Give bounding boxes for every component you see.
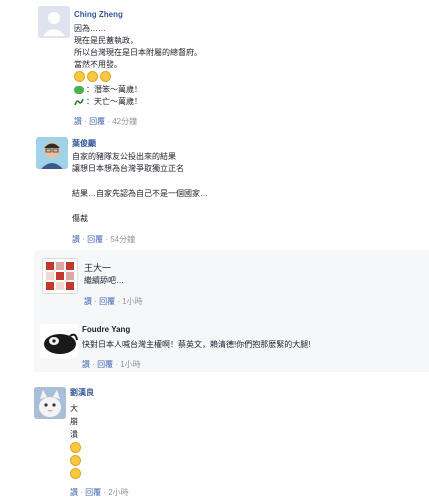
timestamp[interactable]: 2小時 [108,488,128,497]
user-photo-icon [36,137,68,169]
commenter-name[interactable]: Ching Zheng [74,10,123,19]
comment-text: 潰 [70,430,78,439]
commenter-name[interactable]: 王大一 [84,261,111,274]
reply-link[interactable]: 回覆 [85,488,101,497]
emoji-row [74,71,113,83]
comment-text: ：天亡～萬歲！ [86,97,142,106]
laugh-emoji-icon [70,455,81,467]
comment-text: 現在是民蓋執政， [74,36,138,45]
emoji-line [70,455,83,467]
comment-5: 劉漢良 大 崩 潰 讚 · 回覆 · 2小時 [0,380,429,502]
comment-text: 繼續舔吧… [84,276,124,285]
emoji-line [70,442,83,454]
timestamp[interactable]: 54分鐘 [110,235,135,244]
comment-text: 傷裁 [72,214,88,223]
default-avatar-icon [38,6,70,38]
comment-text: 因為…… [74,24,106,33]
like-link[interactable]: 讚 [74,117,82,126]
grin-emoji-icon [87,71,98,83]
avatar[interactable] [38,6,70,38]
comment-4: Foudre Yang 快對日本人喊台灣主權啊！蔡英文，賴清德!你們抱那麼緊的大… [0,318,429,372]
comment-text-frog: ：潛笨～萬歲！ [74,84,142,96]
laugh-emoji-icon [70,468,81,480]
avatar[interactable] [36,137,68,169]
comment-text: 所以台灣現在是日本附屬的總督府。 [74,48,202,57]
timestamp[interactable]: 42分鐘 [112,117,137,126]
timestamp[interactable]: 1小時 [122,297,142,306]
comment-meta: 讚 · 回覆 · 42分鐘 [74,117,138,126]
timestamp[interactable]: 1小時 [120,360,140,369]
grin-emoji-icon [74,71,85,83]
comment-1: Ching Zheng 因為…… 現在是民蓋執政， 所以台灣現在是日本附屬的總督… [0,0,429,130]
like-link[interactable]: 讚 [82,360,90,369]
avatar[interactable] [40,324,78,358]
laugh-emoji-icon [70,442,81,454]
comment-meta: 讚 · 回覆 · 54分鐘 [72,235,136,244]
comment-text: 快對日本人喊台灣主權啊！蔡英文，賴清德!你們抱那麼緊的大腿! [82,340,311,349]
snake-icon [74,98,84,106]
reply-link[interactable]: 回覆 [87,235,103,244]
commenter-name[interactable]: 劉漢良 [70,387,94,398]
comment-text: 當然不用發。 [74,60,122,69]
avatar[interactable] [42,258,78,294]
comment-2: 葉俊顯 自家的豬隊友公投出來的結果 讓想日本想為台灣爭取獨立正名 結果…自家先認… [0,130,429,248]
like-link[interactable]: 讚 [84,297,92,306]
frog-icon [74,85,84,94]
reply-link[interactable]: 回覆 [99,297,115,306]
comment-text: ：潛笨～萬歲！ [86,85,142,94]
reply-link[interactable]: 回覆 [97,360,113,369]
comment-3: 王大一 繼續舔吧… 讚 · 回覆 · 1小時 [0,252,429,314]
comment-text: 崩 [70,417,78,426]
comment-text: 結果…自家先認為自己不是一個國家… [72,189,208,198]
commenter-name[interactable]: 葉俊顯 [72,138,96,149]
user-photo-icon [40,324,78,358]
emoji-line [70,468,83,480]
like-link[interactable]: 讚 [70,488,78,497]
user-photo-icon [43,259,77,293]
comment-meta: 讚 · 回覆 · 2小時 [70,488,129,497]
comment-text-snake: ：天亡～萬歲！ [74,96,142,108]
comment-text: 讓想日本想為台灣爭取獨立正名 [72,164,184,173]
cat-photo-icon [34,387,66,419]
like-link[interactable]: 讚 [72,235,80,244]
comment-meta: 讚 · 回覆 · 1小時 [82,360,141,369]
commenter-name[interactable]: Foudre Yang [82,325,130,334]
avatar[interactable] [34,387,66,419]
grin-emoji-icon [100,71,111,83]
comment-text: 自家的豬隊友公投出來的結果 [72,152,176,161]
reply-link[interactable]: 回覆 [89,117,105,126]
comment-text: 大 [70,404,78,413]
comment-meta: 讚 · 回覆 · 1小時 [84,297,143,306]
